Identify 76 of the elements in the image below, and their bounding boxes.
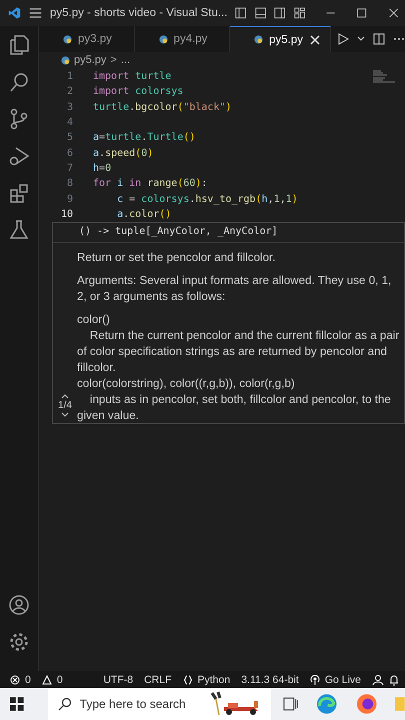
account-icon[interactable] [8,594,30,616]
run-icon[interactable] [336,33,349,45]
split-layout-icon[interactable] [274,6,286,20]
line-number: 2 [66,86,74,98]
line-number: 1 [66,71,74,82]
feedback-icon[interactable] [372,674,384,686]
line-ending-item[interactable]: CRLF [144,674,172,686]
customize-layout-icon[interactable] [294,6,305,20]
close-icon[interactable] [388,6,399,20]
windows-logo[interactable] [10,697,24,711]
line-number: 6 [66,148,74,159]
chevron-down-icon[interactable] [356,35,365,43]
code-line: a=turtle.Turtle() [93,132,196,144]
python-file-icon [63,34,72,44]
close-tab-icon[interactable] [310,34,320,44]
editor-tab[interactable]: py3.py [39,26,135,52]
line-number: 10 [60,208,74,220]
window-title: py5.py - shorts video - Visual Stu... [50,7,228,19]
error-icon[interactable] [10,674,20,684]
encoding-item[interactable]: UTF-8 [103,674,134,686]
chevron-up-icon[interactable] [61,393,69,399]
code-line: h=0 [93,162,112,174]
vscode-logo [8,5,21,21]
minimap-drawing [373,70,397,84]
line-number: 8 [66,178,74,190]
code-line: import turtle [93,71,172,82]
task-view-icon[interactable] [282,697,298,711]
signature-text: () -> tuple[_AnyColor, _AnyColor] [53,223,404,243]
language-item[interactable]: Python [198,674,230,686]
python-file-icon [61,56,70,64]
code-line: c = colorsys.hsv_to_rgb(h,1,1) [116,194,298,205]
sidebar-layout-icon[interactable] [235,6,247,20]
panel-layout-icon[interactable] [254,6,266,20]
edge-icon[interactable] [316,693,338,715]
source-control-icon[interactable] [8,108,30,130]
code-line: a.color() [116,208,172,220]
doc-paragraph: Arguments: Several input formats are allowed. They use 0, 1, 2, or 3 arguments as follows: [77,273,392,305]
line-number: 9 [66,194,74,205]
breadcrumb-item[interactable]: > [110,54,117,66]
warning-count[interactable]: 0 [56,674,63,686]
settings-icon[interactable] [8,631,30,653]
line-number: 5 [66,132,74,144]
interpreter-item[interactable]: 3.11.3 64-bit [241,674,299,686]
doc-paragraph: color() Return the current pencolor and the current fillcolor as a pair of color specification strings as are returned by pencolor and fillcolor. color(colorstring), color((r,g,b)), color(r,g,b) inputs as in pencolor, set both, fillcolor and pencolor, to the given value. [77,312,400,423]
python-file-icon [254,35,264,44]
firefox-icon[interactable] [356,693,378,715]
line-number: 4 [66,117,74,128]
maximize-icon[interactable] [356,6,368,20]
split-editor-icon[interactable] [372,33,385,45]
menu-icon[interactable] [28,6,42,20]
editor-tab[interactable]: py5.py [230,26,331,52]
code-line: turtle.bgcolor("black") [93,102,232,113]
breadcrumb-item[interactable]: py5.py [74,54,106,66]
overload-counter: 1/4 [58,400,72,411]
broadcast-icon[interactable] [310,674,320,684]
line-number: 7 [66,162,74,174]
line-number: 3 [66,102,74,113]
chevron-down-icon[interactable] [61,412,69,418]
bell-icon[interactable] [389,674,399,686]
breadcrumb-item[interactable]: ... [120,54,130,66]
python-file-icon [158,34,168,44]
go-live-item[interactable]: Go Live [324,674,361,686]
code-line: a.speed(0) [93,148,154,159]
flask-icon[interactable] [8,219,30,241]
code-line: for i in range(60): [93,178,208,190]
run-debug-icon[interactable] [8,145,30,167]
error-count[interactable]: 0 [25,674,31,686]
extensions-icon[interactable] [8,182,30,204]
doc-paragraph: Return or set the pencolor and fillcolor. [77,250,276,266]
code-line: import colorsys [93,86,184,98]
warning-icon[interactable] [42,674,52,684]
explorer-icon[interactable] [8,34,30,56]
braces-icon[interactable] [182,674,192,684]
search-icon[interactable] [8,71,30,93]
search-icon [58,697,72,711]
more-icon[interactable] [392,37,405,41]
